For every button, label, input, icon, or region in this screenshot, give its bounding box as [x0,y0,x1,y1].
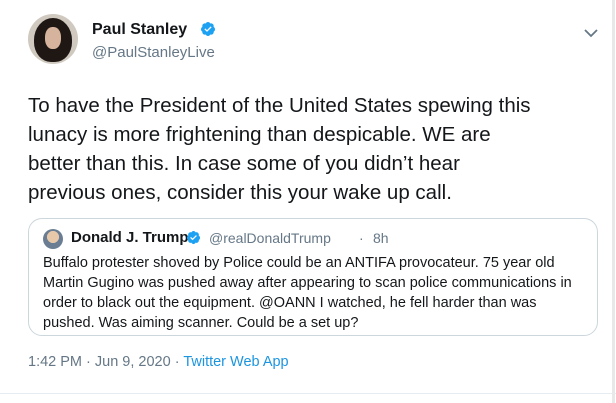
tweet-text: To have the President of the United Stat… [28,94,531,204]
divider [0,393,616,394]
meta-separator: · [82,354,95,370]
quoted-author-handle: @realDonaldTrump [209,230,331,246]
tweet-source-link[interactable]: Twitter Web App [183,354,288,370]
tweet-metadata: 1:42 PM · Jun 9, 2020 · Twitter Web App [28,354,289,370]
meta-separator: · [170,354,184,370]
quoted-tweet[interactable]: Donald J. Trump @realDonaldTrump · 8h Bu… [28,218,598,336]
author-handle[interactable]: @PaulStanleyLive [92,44,215,61]
author-name[interactable]: Paul Stanley [92,21,187,39]
window-edge [612,0,615,403]
quoted-timestamp[interactable]: 8h [373,230,389,246]
quoted-tweet-text: Buffalo protester shoved by Police could… [43,255,572,331]
author-avatar[interactable] [28,14,78,64]
verified-badge-icon [186,230,201,245]
quoted-author-avatar[interactable] [43,229,63,249]
tweet-card: Paul Stanley @PaulStanleyLive To have th… [0,0,616,403]
chevron-down-icon[interactable] [584,28,598,38]
tweet-date[interactable]: Jun 9, 2020 [95,354,171,370]
avatar-face [45,27,61,49]
tweet-time[interactable]: 1:42 PM [28,354,82,370]
quoted-separator: · [359,230,364,246]
quoted-author-name: Donald J. Trump [71,229,189,246]
verified-badge-icon [201,22,215,36]
